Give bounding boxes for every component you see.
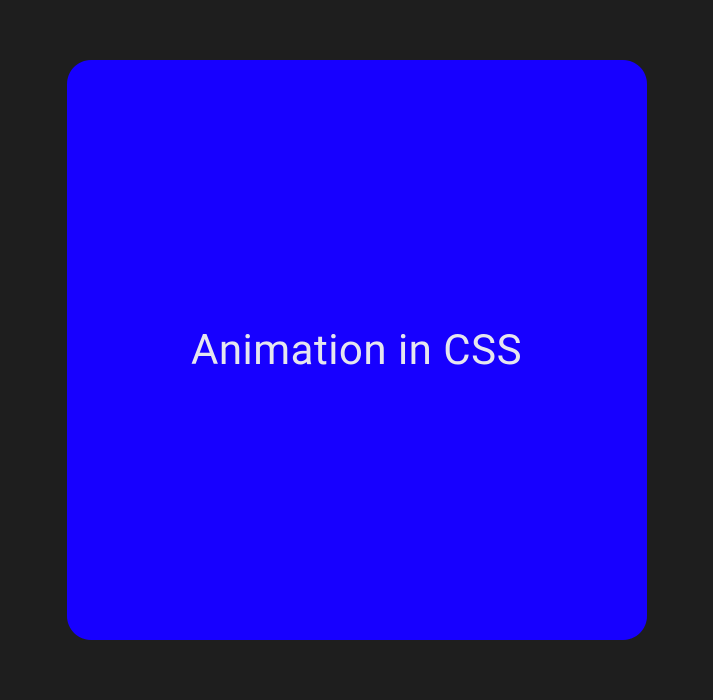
animation-card: Animation in CSS <box>67 60 647 640</box>
card-title: Animation in CSS <box>191 326 522 375</box>
